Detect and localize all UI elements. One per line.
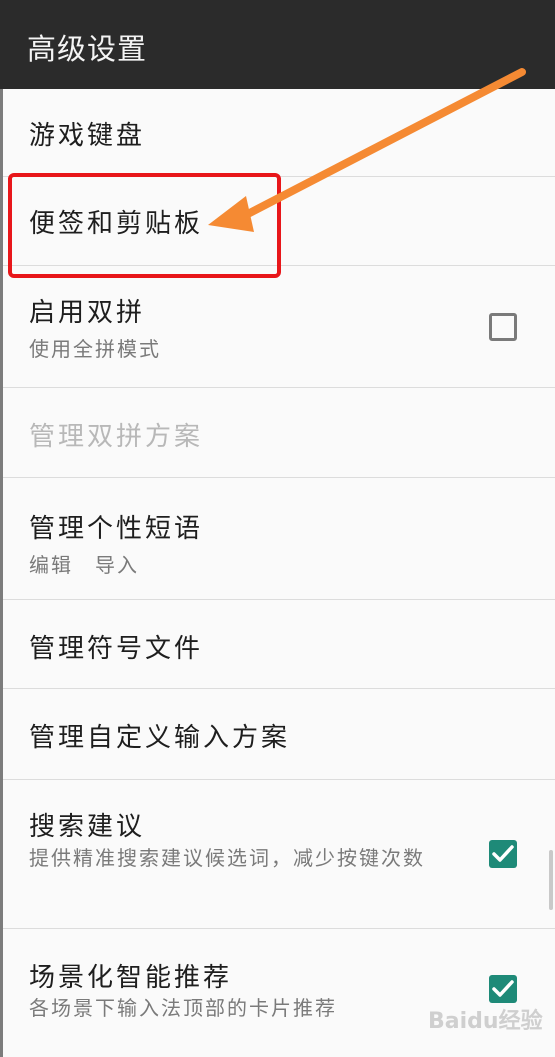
setting-subtitle: 使用全拼模式 xyxy=(29,337,161,361)
setting-search-suggestions[interactable]: 搜索建议 提供精准搜索建议候选词，减少按键次数 xyxy=(3,780,555,929)
setting-manage-custom-scheme[interactable]: 管理自定义输入方案 xyxy=(3,689,555,780)
setting-subtitle: 编辑 导入 xyxy=(29,553,139,577)
setting-scene-recommendation[interactable]: 场景化智能推荐 各场景下输入法顶部的卡片推荐 xyxy=(3,929,555,1057)
scene-recommendation-checkbox[interactable] xyxy=(489,975,517,1003)
watermark: Baidu经验 xyxy=(428,1009,543,1034)
shuangpin-checkbox[interactable] xyxy=(489,313,517,341)
arrow-pointer-icon xyxy=(208,68,526,232)
setting-title: 管理双拼方案 xyxy=(29,422,204,452)
setting-title: 场景化智能推荐 xyxy=(29,963,233,993)
setting-title: 管理符号文件 xyxy=(29,634,204,664)
search-suggestions-checkbox[interactable] xyxy=(489,840,517,868)
setting-manage-symbol-files[interactable]: 管理符号文件 xyxy=(3,600,555,689)
setting-manage-shuangpin-scheme: 管理双拼方案 xyxy=(3,388,555,478)
setting-title: 管理自定义输入方案 xyxy=(29,723,291,753)
setting-subtitle: 各场景下输入法顶部的卡片推荐 xyxy=(29,996,337,1020)
setting-title: 搜索建议 xyxy=(29,812,146,842)
setting-title: 管理个性短语 xyxy=(29,514,204,544)
scrollbar[interactable] xyxy=(549,850,553,910)
setting-subtitle: 提供精准搜索建议候选词，减少按键次数 xyxy=(29,846,425,870)
setting-manage-phrases[interactable]: 管理个性短语 编辑 导入 xyxy=(3,478,555,600)
check-icon xyxy=(492,980,514,997)
check-icon xyxy=(492,845,514,862)
